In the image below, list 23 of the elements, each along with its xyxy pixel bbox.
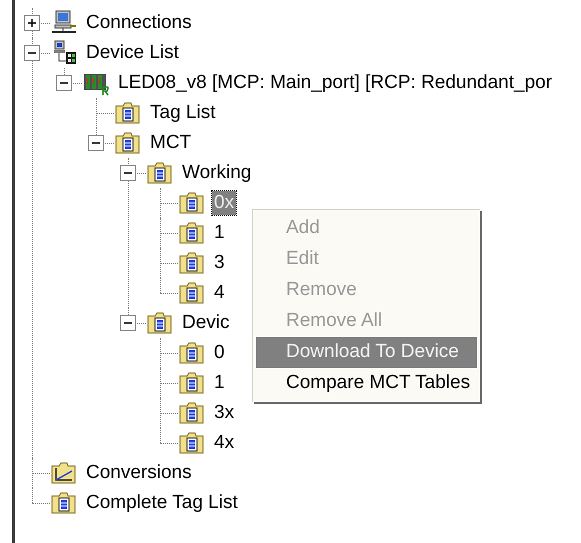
collapse-icon[interactable]: [88, 135, 104, 151]
collapse-icon[interactable]: [56, 75, 72, 91]
tree-item[interactable]: MCT: [148, 131, 194, 155]
tree-item[interactable]: 4x: [212, 431, 236, 455]
tree-item[interactable]: 1: [212, 371, 227, 395]
tree-item[interactable]: Connections: [84, 11, 194, 35]
tree-item[interactable]: 1: [212, 221, 227, 245]
menu-item[interactable]: Compare MCT Tables: [256, 368, 477, 399]
tree-item[interactable]: Working: [180, 161, 254, 185]
tree-item[interactable]: 3: [212, 251, 227, 275]
tree-item[interactable]: 4: [212, 281, 227, 305]
tree-item[interactable]: Tag List: [148, 101, 218, 125]
tree-item[interactable]: Conversions: [84, 461, 194, 485]
tree-item[interactable]: Device List: [84, 41, 181, 65]
tree-item[interactable]: 0: [212, 341, 227, 365]
tree-item[interactable]: LED08_v8 [MCP: Main_port] [RCP: Redundant_por: [116, 71, 554, 95]
collapse-icon[interactable]: [24, 45, 40, 61]
tree-item[interactable]: Complete Tag List: [84, 491, 240, 515]
expand-icon[interactable]: [24, 15, 40, 31]
tree-item[interactable]: 3x: [212, 401, 236, 425]
collapse-icon[interactable]: [120, 165, 136, 181]
tree-item[interactable]: Devic: [180, 311, 232, 335]
collapse-icon[interactable]: [120, 315, 136, 331]
